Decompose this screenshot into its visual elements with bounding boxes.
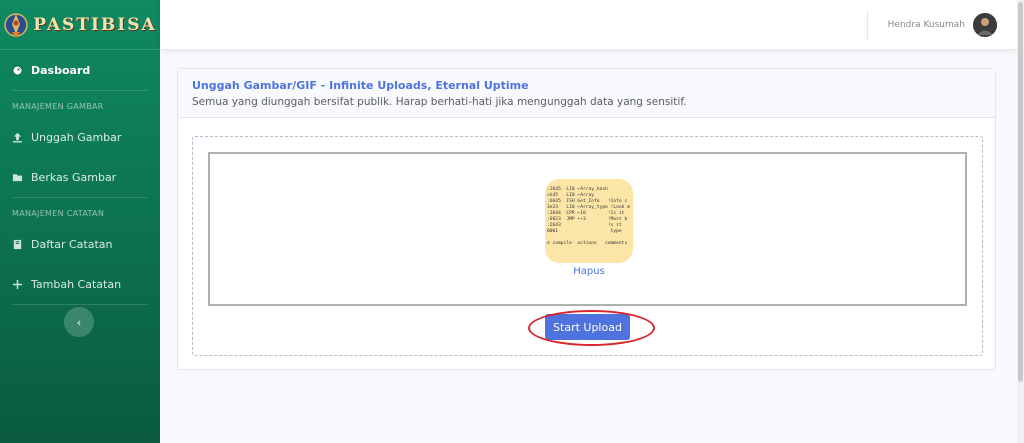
upload-card: Unggah Gambar/GIF - Infinite Uploads, Et…	[177, 68, 996, 370]
sidebar-item-label: Tambah Catatan	[31, 277, 122, 291]
sidebar-heading-catatan: MANAJEMEN CATATAN	[12, 209, 105, 218]
user-menu[interactable]: Hendra Kusumah	[866, 10, 997, 40]
image-thumbnail: :2645 LI0 ←Array_hash ck45 LI0 ←Array :6…	[545, 179, 633, 263]
sidebar-item-label: Dasboard	[31, 63, 91, 77]
sidebar-item-daftar-catatan[interactable]: Daftar Catatan	[0, 224, 160, 264]
scrollbar-thumb[interactable]	[1018, 2, 1023, 382]
start-upload-button[interactable]: Start Upload	[545, 314, 630, 340]
folder-icon	[12, 173, 23, 181]
brand-name: PASTIBISA	[33, 14, 157, 35]
topbar: Hendra Kusumah	[160, 0, 1017, 49]
preview-area: :2645 LI0 ←Array_hash ck45 LI0 ←Array :6…	[208, 152, 967, 306]
upload-icon	[12, 132, 23, 143]
sidebar-item-tambah-catatan[interactable]: Tambah Catatan	[0, 264, 160, 304]
avatar	[973, 13, 997, 37]
sidebar-item-label: Berkas Gambar	[31, 170, 117, 184]
remove-file-link[interactable]: Hapus	[545, 266, 633, 277]
sidebar-divider	[12, 304, 148, 305]
card-subtitle: Semua yang diunggah bersifat publik. Har…	[192, 96, 687, 108]
brand[interactable]: PASTIBISA	[0, 0, 160, 50]
sidebar-heading-gambar: MANAJEMEN GAMBAR	[12, 102, 104, 111]
scrollbar[interactable]	[1017, 0, 1024, 443]
book-icon	[13, 239, 22, 249]
upload-dropzone[interactable]: :2645 LI0 ←Array_hash ck45 LI0 ←Array :6…	[192, 136, 983, 356]
sidebar-item-dashboard[interactable]: Dasboard	[0, 50, 160, 90]
user-name: Hendra Kusumah	[887, 20, 965, 30]
thumbnail-image: :2645 LI0 ←Array_hash ck45 LI0 ←Array :6…	[547, 187, 630, 246]
sidebar-item-unggah-gambar[interactable]: Unggah Gambar	[0, 117, 160, 157]
sidebar-item-label: Unggah Gambar	[31, 130, 122, 144]
sidebar: PASTIBISA Dasboard MANAJEMEN GAMBAR Ungg…	[0, 0, 160, 443]
sidebar-toggle-button[interactable]: ‹	[64, 307, 94, 337]
plus-icon	[12, 279, 23, 289]
card-title: Unggah Gambar/GIF - Infinite Uploads, Et…	[192, 79, 529, 92]
sidebar-item-label: Daftar Catatan	[31, 237, 113, 251]
card-header: Unggah Gambar/GIF - Infinite Uploads, Et…	[178, 69, 995, 118]
dashboard-icon	[12, 64, 23, 76]
chevron-left-icon: ‹	[76, 315, 82, 329]
sidebar-item-berkas-gambar[interactable]: Berkas Gambar	[0, 157, 160, 197]
rocket-logo-icon	[4, 12, 29, 38]
